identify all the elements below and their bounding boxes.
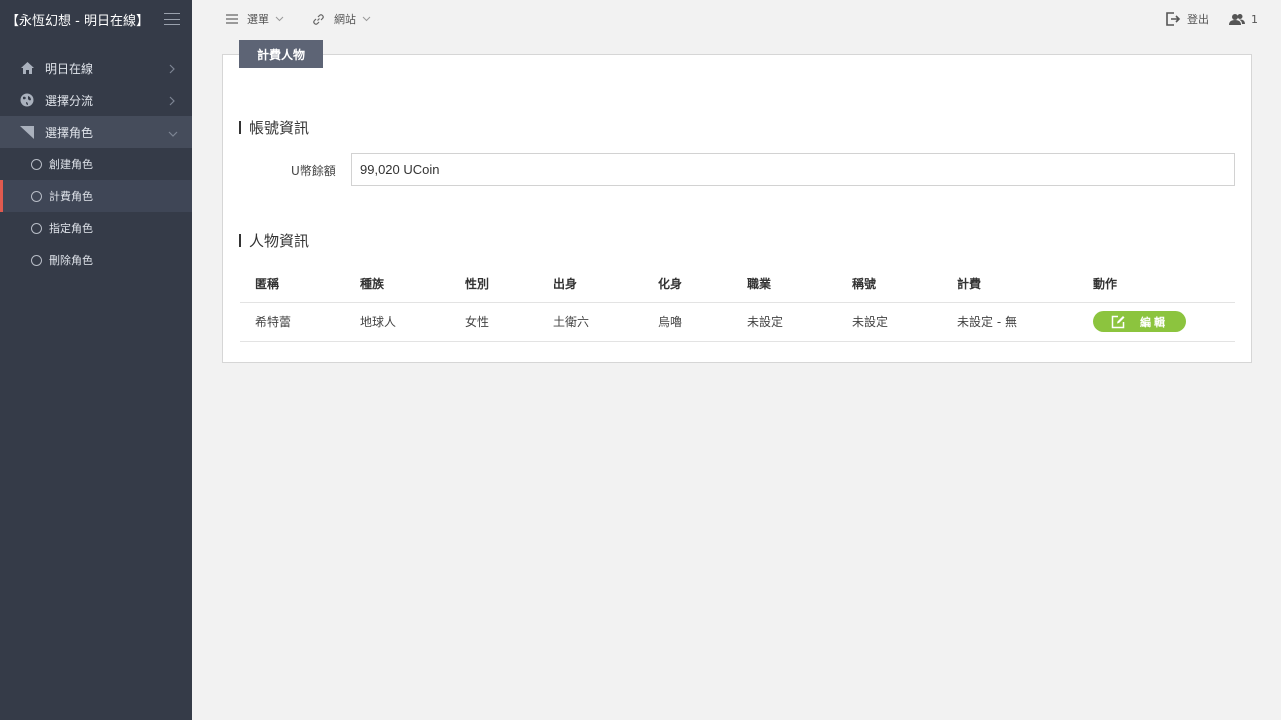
edit-button[interactable]: 編輯 [1093, 311, 1186, 332]
sidebar-subitem-label: 計費角色 [49, 190, 93, 203]
menu-toggle-icon[interactable] [164, 13, 180, 25]
chevron-right-icon [168, 95, 178, 106]
section-bar [239, 121, 241, 134]
chevron-down-icon [168, 127, 178, 137]
home-icon [20, 61, 34, 75]
online-users[interactable]: 1 [1229, 13, 1258, 26]
sidebar-subitem-create[interactable]: 創建角色 [0, 148, 192, 180]
circle-icon [31, 222, 42, 234]
table-cell: 地球人 [345, 302, 450, 342]
list-icon [226, 14, 238, 24]
column-header: 稱號 [837, 266, 942, 303]
sidebar-item-label: 明日在線 [45, 61, 94, 76]
edit-button-label: 編輯 [1140, 316, 1168, 329]
circle-icon [31, 254, 42, 266]
character-section-label: 人物資訊 [249, 232, 310, 250]
sidebar-subitem-label: 刪除角色 [49, 254, 93, 267]
column-header: 動作 [1078, 266, 1235, 303]
table-cell: 編輯 [1078, 302, 1235, 342]
section-bar [239, 234, 241, 247]
balance-field[interactable] [351, 153, 1235, 186]
triangle-icon [20, 125, 34, 139]
logout-label: 登出 [1187, 13, 1209, 26]
menu-label: 選單 [247, 13, 269, 26]
character-table: 匿稱 種族 性別 出身 化身 職業 稱號 計費 動作 希特蕾 地球人 女性 土衛… [240, 266, 1235, 342]
panel-tab[interactable]: 計費人物 [239, 40, 323, 68]
users-count: 1 [1251, 12, 1258, 26]
column-header: 化身 [643, 266, 732, 303]
column-header: 匿稱 [240, 266, 345, 303]
table-cell: 未設定 - 無 [942, 302, 1078, 342]
sidebar-item-label: 選擇分流 [45, 93, 94, 108]
circle-icon [31, 158, 42, 170]
column-header: 性別 [450, 266, 538, 303]
table-cell: 希特蕾 [240, 302, 345, 342]
sidebar-item-server[interactable]: 選擇分流 [0, 84, 192, 116]
table-header-row: 匿稱 種族 性別 出身 化身 職業 稱號 計費 動作 [240, 266, 1235, 303]
chevron-right-icon [168, 63, 178, 74]
character-section-title: 人物資訊 [239, 230, 309, 251]
account-section-title: 帳號資訊 [239, 117, 309, 138]
logout-button[interactable]: 登出 [1166, 11, 1209, 27]
table-cell: 女性 [450, 302, 538, 342]
column-header: 出身 [538, 266, 643, 303]
sidebar-subitem-label: 指定角色 [49, 222, 93, 235]
chevron-down-icon [362, 16, 371, 22]
sidebar-item-character[interactable]: 選擇角色 [0, 116, 192, 148]
balance-label: U幣餘額 [291, 164, 336, 178]
logout-icon [1166, 12, 1181, 26]
account-section-label: 帳號資訊 [249, 119, 310, 137]
table-row: 希特蕾 地球人 女性 土衛六 烏嚕 未設定 未設定 未設定 - 無 編輯 [240, 302, 1235, 342]
users-icon [1229, 13, 1245, 26]
table-cell: 未設定 [732, 302, 837, 342]
sidebar-subitem-label: 創建角色 [49, 158, 93, 171]
globe-icon [20, 93, 34, 107]
column-header: 職業 [732, 266, 837, 303]
circle-icon [31, 190, 42, 202]
brand: 【永恆幻想 - 明日在線】 [0, 0, 192, 38]
table-cell: 土衛六 [538, 302, 643, 342]
sidebar-subitem-assign[interactable]: 指定角色 [0, 212, 192, 244]
column-header: 計費 [942, 266, 1078, 303]
table-cell: 烏嚕 [643, 302, 732, 342]
topbar-right: 登出 1 [1146, 0, 1258, 38]
sidebar-subitem-delete[interactable]: 刪除角色 [0, 244, 192, 276]
site-dropdown[interactable]: 網站 [312, 11, 371, 27]
column-header: 種族 [345, 266, 450, 303]
edit-icon [1111, 315, 1126, 329]
site-label: 網站 [334, 13, 356, 26]
sidebar-nav: 明日在線 選擇分流 選擇角色 創建角色 計費角色 指定角色 刪除角色 [0, 52, 192, 276]
sidebar-item-label: 選擇角色 [45, 125, 94, 140]
topbar: 選單 網站 登出 1 [192, 0, 1281, 38]
sidebar-submenu: 創建角色 計費角色 指定角色 刪除角色 [0, 148, 192, 276]
sidebar-subitem-billing[interactable]: 計費角色 [0, 180, 192, 212]
brand-title[interactable]: 【永恆幻想 - 明日在線】 [6, 10, 149, 29]
sidebar: 【永恆幻想 - 明日在線】 明日在線 選擇分流 選擇角色 創建角色 計費角色 指… [0, 0, 192, 720]
sidebar-item-home[interactable]: 明日在線 [0, 52, 192, 84]
menu-dropdown[interactable]: 選單 [226, 11, 284, 27]
table-cell: 未設定 [837, 302, 942, 342]
link-icon [312, 13, 325, 26]
chevron-down-icon [275, 16, 284, 22]
